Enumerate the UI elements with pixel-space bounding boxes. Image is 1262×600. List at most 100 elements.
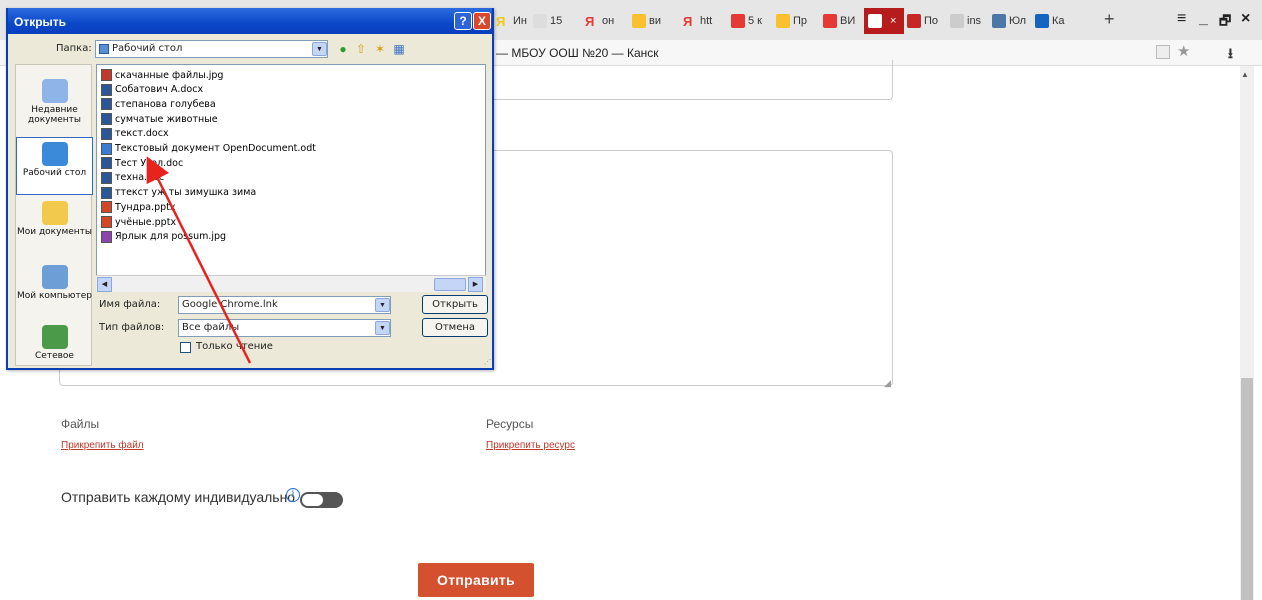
back-icon[interactable]: ● [335, 41, 351, 57]
browser-tab[interactable]: Я Ин [496, 9, 530, 33]
lock-icon[interactable] [1156, 45, 1170, 59]
scrollbar-thumb[interactable] [1241, 378, 1253, 600]
place-label: Мой компьютер [17, 291, 92, 301]
place-item[interactable]: Сетевое [16, 321, 93, 365]
browser-tab[interactable]: 15 [533, 9, 573, 33]
browser-tab[interactable]: Яон [585, 9, 623, 33]
filetype-label: Тип файлов: [99, 322, 165, 333]
file-item[interactable]: сумчатые животные [101, 112, 218, 126]
file-name: ттекст уж ты зимушка зима [115, 187, 257, 199]
place-label: Сетевое [35, 351, 74, 361]
attach-file-link[interactable]: Прикрепить файл [61, 440, 144, 451]
place-label: Недавние документы [27, 105, 82, 125]
file-item[interactable]: Текстовый документ OpenDocument.odt [101, 142, 316, 156]
chevron-down-icon[interactable]: ▼ [312, 42, 327, 56]
open-button[interactable]: Открыть [422, 295, 488, 314]
tab-favicon-icon [823, 14, 837, 28]
filename-input[interactable]: Google Chrome.lnk [178, 296, 391, 314]
browser-tab[interactable]: ВИ [823, 9, 859, 33]
page-title: — МБОУ ООШ №20 — Канск [496, 46, 659, 60]
place-item[interactable]: Рабочий стол [16, 137, 93, 195]
tab-favicon-icon [950, 14, 964, 28]
new-tab-button[interactable]: + [1104, 9, 1115, 30]
close-window-button[interactable]: × [1241, 10, 1250, 28]
attach-resource-link[interactable]: Прикрепить ресурс [486, 440, 575, 451]
up-folder-icon[interactable]: ⇧ [353, 41, 369, 57]
file-icon [101, 142, 112, 155]
file-item[interactable]: ттекст уж ты зимушка зима [101, 186, 256, 200]
tab-favicon-icon [868, 14, 882, 28]
place-item[interactable]: Мои документы [16, 197, 93, 255]
tab-favicon-icon [907, 14, 921, 28]
star-icon[interactable]: ★ [1177, 42, 1190, 60]
file-item[interactable]: Ярлык для possum.jpg [101, 230, 226, 244]
tab-close-icon[interactable]: × [890, 15, 896, 27]
file-icon [101, 186, 112, 199]
individual-send-label: Отправить каждому индивидуально [61, 489, 296, 505]
tab-label: 15 [550, 15, 563, 27]
browser-tab[interactable]: Яhtt [683, 9, 723, 33]
dialog-close-button[interactable]: X [473, 12, 491, 30]
file-name: учёные.pptx [115, 216, 177, 228]
menu-icon[interactable]: ≡ [1177, 10, 1186, 28]
download-icon[interactable]: ⭳ [1228, 43, 1233, 67]
scroll-up-icon[interactable]: ▲ [1241, 70, 1249, 79]
browser-tab[interactable]: Юл [992, 9, 1032, 33]
tab-favicon-icon [1035, 14, 1049, 28]
file-item[interactable]: Тундра.pptx [101, 200, 175, 214]
file-list[interactable]: скачанные файлы.jpg Собатович А.docx степа… [96, 64, 486, 292]
cancel-button[interactable]: Отмена [422, 318, 488, 337]
chevron-down-icon[interactable]: ▼ [375, 298, 390, 312]
tab-label: Ин [513, 15, 527, 27]
file-name: Собатович А.docx [115, 84, 204, 96]
scroll-right-icon[interactable]: ▶ [468, 277, 483, 292]
tab-favicon-icon [533, 14, 547, 28]
dialog-resize-grip-icon[interactable]: ⋰ [484, 358, 491, 366]
individual-send-toggle[interactable] [300, 492, 343, 508]
files-label: Файлы [61, 417, 100, 431]
lookin-select[interactable]: Рабочий стол [95, 40, 328, 58]
new-folder-icon[interactable]: ✶ [372, 41, 388, 57]
file-list-hscrollbar[interactable]: ◀ ▶ [96, 275, 486, 292]
chevron-down-icon[interactable]: ▼ [375, 321, 390, 335]
browser-tab[interactable]: По [907, 9, 945, 33]
file-icon [101, 230, 112, 243]
file-item[interactable]: степанова голубева [101, 97, 216, 111]
file-item[interactable]: Собатович А.docx [101, 83, 203, 97]
browser-tab[interactable]: 5 к [731, 9, 769, 33]
file-item[interactable]: скачанные файлы.jpg [101, 68, 223, 82]
tab-label: ins [967, 15, 982, 27]
readonly-label: Только чтение [196, 341, 273, 352]
hscroll-thumb[interactable] [434, 278, 466, 291]
view-menu-icon[interactable]: ▦ [391, 41, 407, 57]
file-item[interactable]: учёные.pptx [101, 215, 176, 229]
resize-grip-icon[interactable]: ◢ [884, 378, 891, 389]
toggle-knob [302, 494, 323, 506]
info-icon[interactable]: i [286, 488, 300, 502]
file-item[interactable]: техна.doc [101, 171, 164, 185]
filetype-select[interactable]: Все файлы [178, 319, 391, 337]
browser-tab[interactable]: ins [950, 9, 990, 33]
browser-tab[interactable]: × [864, 8, 904, 34]
text-field[interactable] [470, 60, 893, 100]
minimize-button[interactable]: _ [1199, 10, 1208, 28]
restore-button[interactable]: 🗗 [1219, 12, 1231, 34]
file-icon [101, 201, 112, 214]
file-item[interactable]: Тест Угол.doc [101, 156, 183, 170]
browser-tab[interactable]: Пр [776, 9, 816, 33]
browser-tab[interactable]: Ка [1035, 9, 1075, 33]
filename-label: Имя файла: [99, 299, 161, 310]
help-button[interactable]: ? [454, 12, 472, 30]
place-item[interactable]: Недавние документы [16, 75, 93, 133]
file-item[interactable]: текст.docx [101, 127, 169, 141]
file-icon [101, 113, 112, 126]
readonly-checkbox[interactable] [180, 342, 191, 353]
scroll-left-icon[interactable]: ◀ [97, 277, 112, 292]
resources-label: Ресурсы [486, 417, 534, 431]
browser-tab[interactable]: ви [632, 9, 674, 33]
submit-button[interactable]: Отправить [418, 563, 534, 597]
file-name: скачанные файлы.jpg [115, 69, 224, 81]
place-item[interactable]: Мой компьютер [16, 261, 93, 319]
file-icon [101, 171, 112, 184]
file-name: сумчатые животные [115, 113, 218, 125]
